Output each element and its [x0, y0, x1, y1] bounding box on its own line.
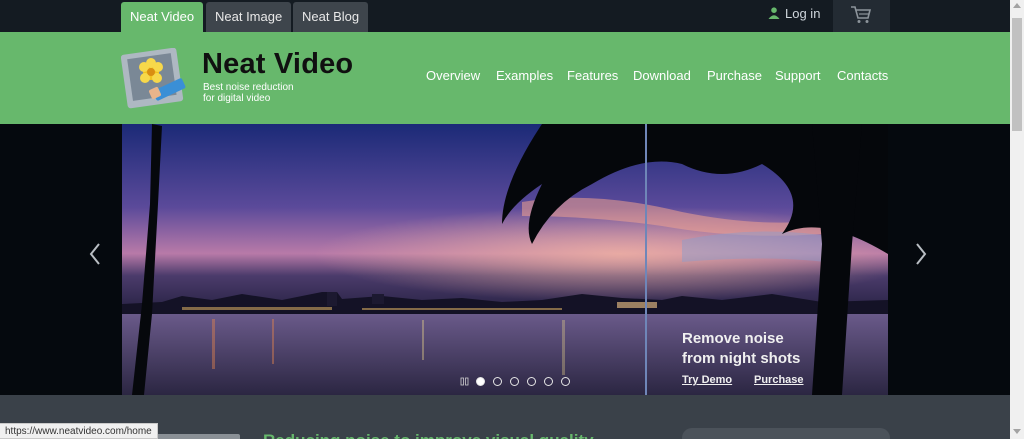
site-header: Neat Video Best noise reduction for digi… — [0, 32, 1010, 124]
purchase-link[interactable]: Purchase — [754, 374, 804, 386]
slide-dot-5[interactable] — [544, 377, 553, 386]
tagline-line-2: for digital video — [203, 93, 271, 104]
brand-tagline: Best noise reduction for digital video — [203, 82, 323, 104]
site-tab-neat-blog[interactable]: Neat Blog — [293, 2, 369, 32]
slide-dot-4[interactable] — [527, 377, 536, 386]
status-bar-url: https://www.neatvideo.com/home — [0, 423, 158, 439]
scroll-thumb[interactable] — [1012, 18, 1022, 131]
tagline-line-1: Best noise reduction — [203, 82, 294, 93]
login-label: Log in — [785, 6, 821, 21]
slide-dot-2[interactable] — [493, 377, 502, 386]
slide-dot-6[interactable] — [561, 377, 570, 386]
nav-features[interactable]: Features — [567, 68, 618, 83]
section-title: Reducing noise to improve visual quality — [263, 431, 594, 439]
site-tab-neat-image[interactable]: Neat Image — [206, 2, 292, 32]
scroll-down-arrow-icon[interactable] — [1013, 429, 1021, 434]
neat-video-logo[interactable] — [121, 48, 191, 110]
caption-line-2: from night shots — [682, 350, 801, 367]
nav-purchase[interactable]: Purchase — [707, 68, 762, 83]
page: Neat Video Neat Image Neat Blog Log in N… — [0, 0, 1024, 439]
slide-dot-3[interactable] — [510, 377, 519, 386]
login-link[interactable]: Log in — [768, 0, 820, 32]
top-bar: Neat Video Neat Image Neat Blog Log in — [0, 0, 1010, 32]
slide-caption: Remove noise from night shots — [682, 329, 832, 369]
slide-dot-1[interactable] — [476, 377, 485, 386]
nav-contacts[interactable]: Contacts — [837, 68, 888, 83]
site-tab-neat-video[interactable]: Neat Video — [121, 2, 204, 32]
person-icon — [768, 7, 780, 19]
pause-icon[interactable] — [460, 377, 469, 386]
try-demo-link[interactable]: Try Demo — [682, 374, 732, 386]
nav-download[interactable]: Download — [633, 68, 691, 83]
content-thumbnail — [155, 434, 240, 439]
chevron-right-icon[interactable] — [914, 242, 928, 266]
nav-overview[interactable]: Overview — [426, 68, 480, 83]
chevron-left-icon[interactable] — [88, 242, 102, 266]
caption-line-1: Remove noise — [682, 330, 784, 347]
nav-support[interactable]: Support — [775, 68, 821, 83]
vertical-scrollbar[interactable] — [1010, 0, 1024, 439]
side-box — [682, 428, 890, 439]
brand-name: Neat Video — [202, 48, 354, 80]
hero-slider: Remove noise from night shots Try Demo P… — [0, 124, 1010, 395]
nav-examples[interactable]: Examples — [496, 68, 553, 83]
cart-button[interactable] — [833, 0, 890, 32]
scroll-up-arrow-icon[interactable] — [1013, 3, 1021, 8]
cart-icon — [851, 6, 872, 23]
